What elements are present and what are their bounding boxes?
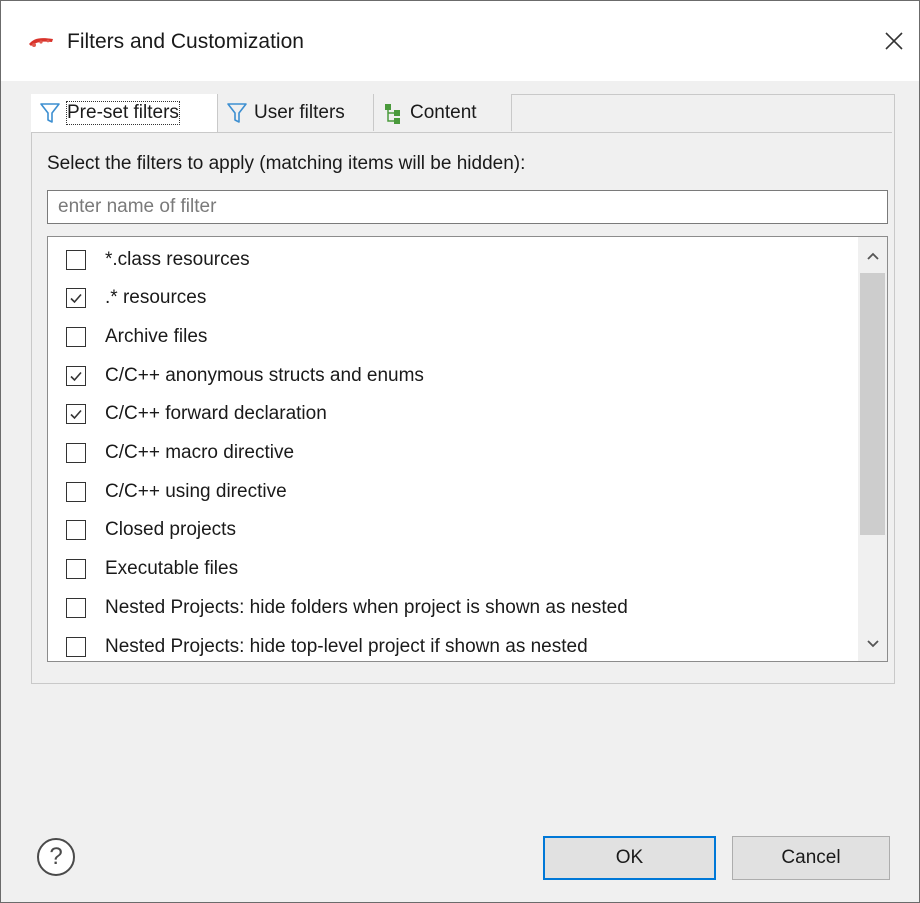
- checkmark-icon: [70, 371, 82, 381]
- filter-row[interactable]: Nested Projects: hide top-level project …: [48, 627, 848, 661]
- tab-label: Pre-set filters: [66, 101, 180, 125]
- cancel-button-label: Cancel: [781, 847, 841, 868]
- filter-label: Nested Projects: hide top-level project …: [105, 635, 588, 657]
- close-button[interactable]: [871, 21, 917, 61]
- filter-row[interactable]: C/C++ forward declaration: [48, 395, 848, 434]
- filter-list: *.class resources .* resources Archive fil…: [47, 236, 888, 662]
- scroll-thumb[interactable]: [860, 273, 885, 535]
- scroll-down-button[interactable]: [858, 627, 887, 661]
- filter-row[interactable]: Closed projects: [48, 511, 848, 550]
- title-bar: Filters and Customization: [1, 1, 919, 81]
- ok-button-label: OK: [615, 847, 644, 868]
- filter-label: C/C++ forward declaration: [105, 403, 327, 425]
- cancel-button[interactable]: Cancel: [732, 836, 890, 880]
- filter-checkbox[interactable]: [66, 404, 86, 425]
- filter-checkbox[interactable]: [66, 520, 86, 541]
- filter-label: Closed projects: [105, 519, 236, 541]
- filter-row[interactable]: *.class resources: [48, 240, 848, 279]
- vertical-scrollbar[interactable]: [858, 237, 887, 661]
- app-icon: [28, 34, 54, 50]
- filter-icon: [226, 101, 248, 125]
- help-icon: ?: [49, 843, 63, 870]
- filter-row[interactable]: C/C++ using directive: [48, 472, 848, 511]
- filter-label: C/C++ anonymous structs and enums: [105, 364, 424, 386]
- tab-user-filters[interactable]: User filters: [218, 94, 374, 131]
- filter-label: Executable files: [105, 558, 239, 580]
- close-icon: [884, 31, 904, 51]
- filter-name-input[interactable]: [47, 190, 888, 224]
- filter-row[interactable]: .* resources: [48, 279, 848, 318]
- filter-row[interactable]: C/C++ macro directive: [48, 434, 848, 473]
- checkmark-icon: [70, 410, 82, 420]
- filter-label: C/C++ macro directive: [105, 442, 295, 463]
- scroll-up-button[interactable]: [858, 239, 887, 273]
- filter-checkbox[interactable]: [66, 481, 86, 502]
- chevron-down-icon: [866, 639, 880, 649]
- tab-label: Content: [410, 101, 477, 123]
- tab-content[interactable]: Content: [374, 94, 512, 131]
- filter-checkbox[interactable]: [66, 559, 86, 580]
- content-tree-icon: [382, 101, 404, 125]
- help-button[interactable]: ?: [37, 838, 75, 876]
- checkmark-icon: [70, 294, 82, 304]
- window-title: Filters and Customization: [67, 30, 304, 53]
- filter-checkbox[interactable]: [66, 365, 86, 386]
- tab-label: User filters: [254, 101, 345, 123]
- filter-row[interactable]: Nested Projects: hide folders when proje…: [48, 588, 848, 627]
- tab-strip: Pre-set filters User filters Content: [31, 94, 893, 132]
- filter-checkbox[interactable]: [66, 288, 86, 309]
- filter-icon: [39, 101, 61, 125]
- filter-checkbox[interactable]: [66, 326, 86, 347]
- filter-checkbox[interactable]: [66, 249, 86, 270]
- filter-label: Nested Projects: hide folders when proje…: [105, 596, 628, 618]
- filter-row[interactable]: Executable files: [48, 550, 848, 589]
- ok-button[interactable]: OK: [543, 836, 716, 880]
- instruction-text: Select the filters to apply (matching it…: [47, 153, 526, 174]
- tab-pre-set-filters[interactable]: Pre-set filters: [31, 94, 218, 132]
- filter-checkbox[interactable]: [66, 443, 86, 463]
- chevron-up-icon: [866, 251, 880, 261]
- filter-label: *.class resources: [105, 248, 250, 270]
- filter-label: C/C++ using directive: [105, 480, 287, 502]
- filter-label: Archive files: [105, 325, 208, 347]
- filter-row[interactable]: C/C++ anonymous structs and enums: [48, 356, 848, 395]
- filter-checkbox[interactable]: [66, 597, 86, 618]
- filter-checkbox[interactable]: [66, 636, 86, 657]
- filter-row[interactable]: Archive files: [48, 317, 848, 356]
- filter-label: .* resources: [105, 287, 207, 309]
